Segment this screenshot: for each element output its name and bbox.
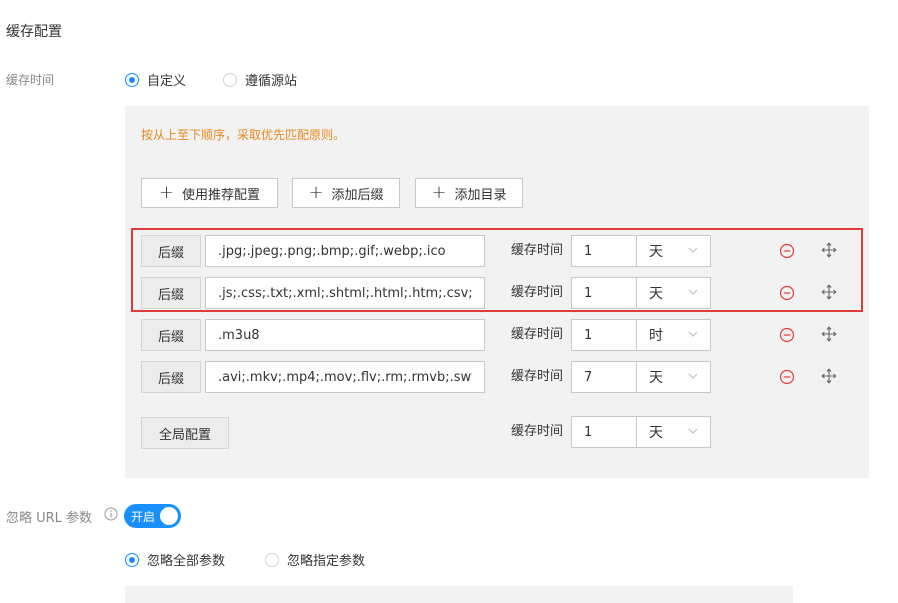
unit-value: 时 (649, 328, 663, 344)
global-config-row: 缓存时间 天 (141, 416, 861, 448)
use-recommended-button[interactable]: + 使用推荐配置 (141, 178, 278, 208)
duration-input[interactable] (571, 319, 637, 351)
cache-time-label: 缓存时间 (6, 73, 55, 87)
rule-type-tag[interactable]: 后缀 (141, 319, 201, 351)
toggle-text: 开启 (131, 510, 156, 524)
unit-select[interactable]: 天 (637, 361, 711, 393)
radio-circle (125, 72, 139, 87)
add-directory-button[interactable]: + 添加目录 (415, 178, 523, 208)
plus-icon: + (158, 182, 175, 203)
plus-icon: + (431, 182, 447, 203)
chevron-down-icon (688, 428, 698, 434)
unit-select[interactable]: 时 (637, 319, 711, 351)
minus-circle-icon[interactable] (779, 369, 795, 385)
unit-value: 天 (649, 425, 663, 441)
radio-circle (265, 552, 279, 567)
radio-ignore-all-label: 忽略全部参数 (147, 554, 226, 569)
toggle-knob (160, 507, 178, 525)
radio-circle (223, 72, 237, 87)
duration-input[interactable] (571, 416, 637, 448)
cache-time-label: 缓存时间 (511, 424, 564, 439)
rule-row: 后缀 缓存时间 天 (141, 361, 861, 393)
chevron-down-icon (688, 331, 698, 337)
priority-notice: 按从上至下顺序，采取优先匹配原则。 (141, 128, 346, 142)
cache-time-label: 缓存时间 (511, 369, 564, 384)
radio-ignore-all-params[interactable]: 忽略全部参数 (125, 550, 225, 569)
info-icon[interactable] (104, 507, 118, 521)
cache-time-label: 缓存时间 (511, 327, 564, 342)
params-panel (125, 586, 793, 603)
add-directory-label: 添加目录 (454, 187, 507, 203)
rule-row: 后缀 缓存时间 时 (141, 319, 861, 351)
move-icon[interactable] (821, 326, 837, 342)
radio-circle (125, 552, 139, 567)
suffix-input[interactable] (205, 319, 485, 351)
move-icon[interactable] (821, 368, 837, 384)
radio-ignore-specified-params[interactable]: 忽略指定参数 (265, 550, 365, 569)
plus-icon: + (308, 182, 324, 203)
add-suffix-button[interactable]: + 添加后缀 (292, 178, 400, 208)
radio-custom-label: 自定义 (147, 74, 187, 89)
ignore-url-params-toggle[interactable]: 开启 (124, 504, 181, 528)
duration-input[interactable] (571, 361, 637, 393)
radio-custom[interactable]: 自定义 (125, 70, 186, 89)
radio-ignore-specified-label: 忽略指定参数 (287, 554, 366, 569)
use-recommended-label: 使用推荐配置 (182, 187, 261, 203)
minus-circle-icon[interactable] (779, 327, 795, 343)
radio-follow-origin-label: 遵循源站 (245, 74, 298, 89)
add-suffix-label: 添加后缀 (331, 187, 384, 203)
chevron-down-icon (688, 373, 698, 379)
ignore-url-params-label: 忽略 URL 参数 (6, 511, 93, 526)
unit-value: 天 (649, 370, 663, 386)
section-title: 缓存配置 (6, 24, 62, 40)
radio-follow-origin[interactable]: 遵循源站 (223, 70, 297, 89)
suffix-input[interactable] (205, 361, 485, 393)
unit-select[interactable]: 天 (637, 416, 711, 448)
rule-type-tag[interactable]: 后缀 (141, 361, 201, 393)
highlight-box (131, 228, 863, 312)
